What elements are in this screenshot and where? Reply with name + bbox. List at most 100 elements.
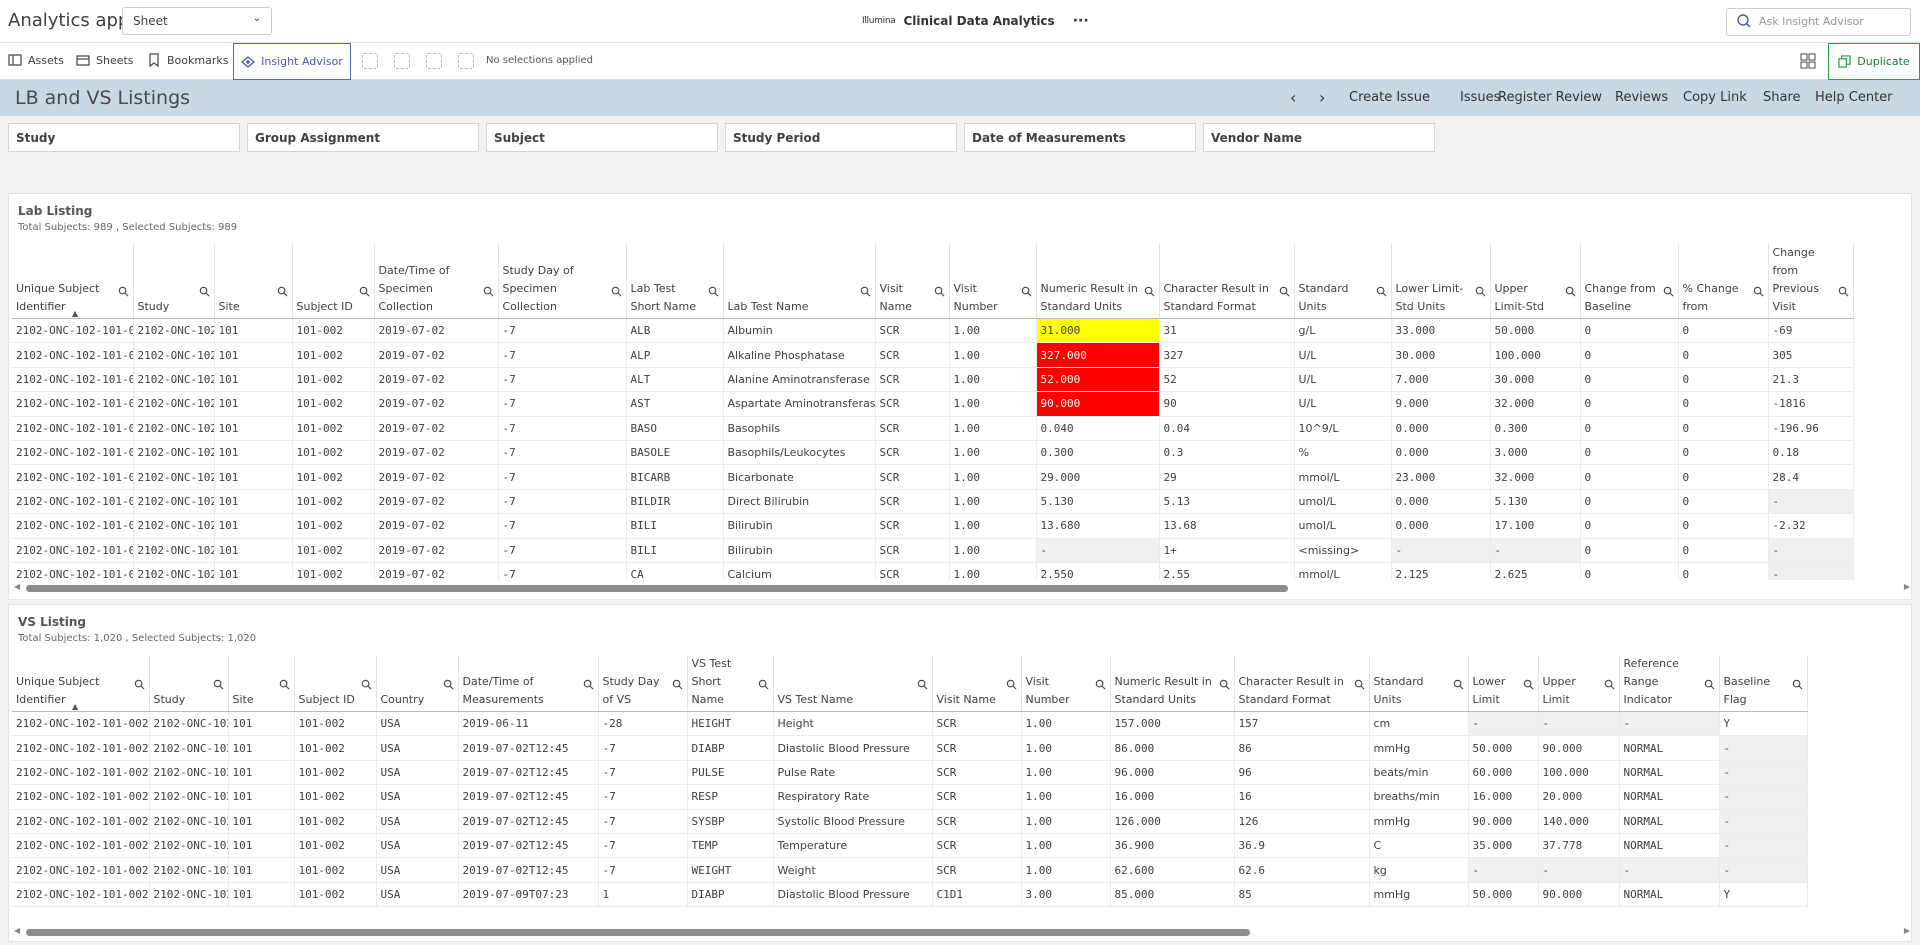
table-row[interactable]: 2102-ONC-102-101-0022102-ONC-102101101-0…: [12, 440, 1854, 466]
column-header[interactable]: Reference Range Indicator: [1619, 655, 1720, 712]
scroll-right-icon[interactable]: ▶: [1904, 926, 1910, 935]
copy-link[interactable]: Copy Link: [1683, 90, 1747, 105]
filter-subject[interactable]: Subject: [486, 123, 718, 152]
register-review-link[interactable]: Register Review: [1498, 90, 1602, 105]
column-header[interactable]: Date/Time of Measurements: [458, 655, 599, 712]
column-header[interactable]: Lab Test Name: [723, 244, 876, 319]
search-icon[interactable]: [359, 285, 370, 297]
previous-sheet-icon[interactable]: ‹: [1290, 88, 1296, 107]
column-header[interactable]: Standard Units: [1369, 655, 1469, 712]
column-header[interactable]: Visit Name: [875, 244, 950, 319]
table-row[interactable]: 2102-ONC-102-101-0022102-ONC-102101101-0…: [12, 318, 1854, 344]
search-icon[interactable]: [134, 678, 145, 690]
search-icon[interactable]: [583, 678, 594, 690]
table-row[interactable]: 2102-ONC-102-101-0022102-ONC-102101101-0…: [12, 342, 1854, 368]
search-icon[interactable]: [1354, 678, 1365, 690]
search-icon[interactable]: [1704, 678, 1715, 690]
table-row[interactable]: 2102-ONC-102-101-0022102-ONC-102101101-0…: [12, 857, 1808, 883]
column-header[interactable]: Upper Limit-Std: [1490, 244, 1581, 319]
table-row[interactable]: 2102-ONC-102-101-0022102-ONC-102101101-0…: [12, 489, 1854, 515]
more-menu-button[interactable]: ···: [1073, 13, 1089, 29]
search-icon[interactable]: [611, 285, 622, 297]
search-icon[interactable]: [672, 678, 683, 690]
search-icon[interactable]: [1021, 285, 1032, 297]
column-header[interactable]: Study: [149, 655, 229, 712]
filter-study-period[interactable]: Study Period: [725, 123, 957, 152]
grid-icon[interactable]: [1800, 53, 1816, 69]
issues-link[interactable]: Issues: [1460, 90, 1500, 105]
search-icon[interactable]: [1792, 678, 1803, 690]
lab-horizontal-scrollbar[interactable]: ◀ ▶: [12, 582, 1912, 592]
column-header[interactable]: VS Test Short Name: [687, 655, 774, 712]
step-back-icon[interactable]: [394, 53, 410, 69]
table-row[interactable]: 2102-ONC-102-101-0022102-ONC-102101101-0…: [12, 833, 1808, 859]
bookmarks-button[interactable]: Bookmarks: [147, 53, 228, 67]
ask-insight-advisor-input[interactable]: Ask Insight Advisor: [1726, 8, 1911, 36]
reviews-link[interactable]: Reviews: [1615, 90, 1668, 105]
search-icon[interactable]: [118, 285, 129, 297]
column-header[interactable]: Change from Baseline: [1580, 244, 1679, 319]
search-icon[interactable]: [1219, 678, 1230, 690]
table-row[interactable]: 2102-ONC-102-101-0022102-ONC-102101101-0…: [12, 562, 1854, 580]
search-icon[interactable]: [213, 678, 224, 690]
search-icon[interactable]: [1565, 285, 1576, 297]
column-header[interactable]: Study Day of Specimen Collection: [498, 244, 627, 319]
search-icon[interactable]: [1453, 678, 1464, 690]
search-icon[interactable]: [483, 285, 494, 297]
column-header[interactable]: Lab Test Short Name: [626, 244, 724, 319]
sheet-select[interactable]: Sheet ⌄: [122, 7, 272, 35]
column-header[interactable]: Change from Previous Visit: [1768, 244, 1854, 319]
column-header[interactable]: Lower Limit: [1468, 655, 1539, 712]
assets-button[interactable]: Assets: [8, 53, 64, 67]
search-icon[interactable]: [277, 285, 288, 297]
column-header[interactable]: VS Test Name: [773, 655, 933, 712]
search-icon[interactable]: [934, 285, 945, 297]
search-icon[interactable]: [1095, 678, 1106, 690]
table-row[interactable]: 2102-ONC-102-101-0022102-ONC-102101101-0…: [12, 882, 1808, 908]
smart-search-icon[interactable]: [362, 53, 378, 69]
filter-study[interactable]: Study: [8, 123, 240, 152]
search-icon[interactable]: [279, 678, 290, 690]
column-header[interactable]: Unique Subject Identifier ▲: [12, 655, 150, 712]
search-icon[interactable]: [1838, 285, 1849, 297]
create-issue-link[interactable]: Create Issue: [1349, 90, 1430, 105]
search-icon[interactable]: [708, 285, 719, 297]
table-row[interactable]: 2102-ONC-102-101-0022102-ONC-102101101-0…: [12, 760, 1808, 786]
column-header[interactable]: Subject ID: [294, 655, 377, 712]
column-header[interactable]: Country: [376, 655, 459, 712]
column-header[interactable]: Visit Name: [932, 655, 1022, 712]
search-icon[interactable]: [1663, 285, 1674, 297]
column-header[interactable]: Study: [133, 244, 215, 319]
search-icon[interactable]: [361, 678, 372, 690]
filter-vendor-name[interactable]: Vendor Name: [1203, 123, 1435, 152]
search-icon[interactable]: [199, 285, 210, 297]
scroll-right-icon[interactable]: ▶: [1904, 582, 1910, 591]
column-header[interactable]: Visit Number: [1021, 655, 1111, 712]
column-header[interactable]: Unique Subject Identifier ▲: [12, 244, 134, 319]
table-row[interactable]: 2102-ONC-102-101-0022102-ONC-102101101-0…: [12, 367, 1854, 393]
table-row[interactable]: 2102-ONC-102-101-0022102-ONC-102101101-0…: [12, 391, 1854, 417]
clear-selections-icon[interactable]: [458, 53, 474, 69]
column-header[interactable]: Subject ID: [292, 244, 375, 319]
scroll-left-icon[interactable]: ◀: [14, 926, 20, 935]
vs-horizontal-scrollbar[interactable]: ◀ ▶: [12, 926, 1912, 936]
search-icon[interactable]: [1006, 678, 1017, 690]
table-row[interactable]: 2102-ONC-102-101-0022102-ONC-102101101-0…: [12, 735, 1808, 761]
column-header[interactable]: Lower Limit-Std Units: [1391, 244, 1491, 319]
scroll-left-icon[interactable]: ◀: [14, 582, 20, 591]
column-header[interactable]: Visit Number: [949, 244, 1037, 319]
table-row[interactable]: 2102-ONC-102-101-0022102-ONC-102101101-0…: [12, 809, 1808, 834]
search-icon[interactable]: [1604, 678, 1615, 690]
column-header[interactable]: Study Day of VS: [598, 655, 688, 712]
search-icon[interactable]: [1144, 285, 1155, 297]
column-header[interactable]: Character Result in Standard Format: [1159, 244, 1295, 319]
search-icon[interactable]: [1753, 285, 1764, 297]
column-header[interactable]: Numeric Result in Standard Units: [1036, 244, 1160, 319]
table-row[interactable]: 2102-ONC-102-101-0022102-ONC-102101101-0…: [12, 538, 1854, 563]
search-icon[interactable]: [1376, 285, 1387, 297]
table-row[interactable]: 2102-ONC-102-101-0022102-ONC-102101101-0…: [12, 416, 1854, 441]
column-header[interactable]: Date/Time of Specimen Collection: [374, 244, 499, 319]
column-header[interactable]: Site: [228, 655, 295, 712]
column-header[interactable]: Character Result in Standard Format: [1234, 655, 1370, 712]
column-header[interactable]: % Change from: [1678, 244, 1769, 319]
